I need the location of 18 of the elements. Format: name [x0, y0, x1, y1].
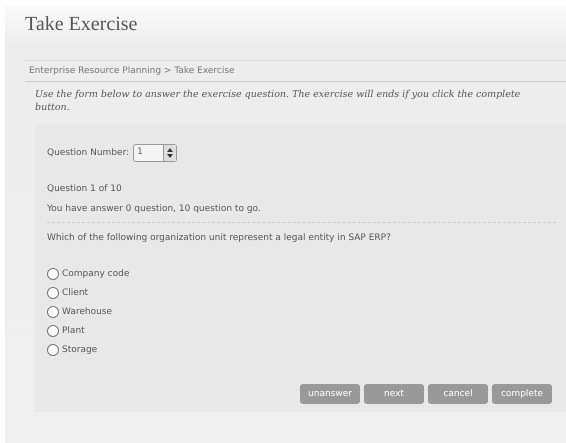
answer-option[interactable]: Storage — [47, 344, 98, 356]
spinner-arrows-icon[interactable] — [163, 145, 176, 161]
answer-option[interactable]: Client — [47, 287, 88, 299]
question-number-spinner[interactable]: 1 — [133, 144, 178, 162]
answer-option[interactable]: Company code — [47, 268, 130, 280]
instructions: Use the form below to answer the exercise question. The exercise will ends if you click the complete button. — [35, 88, 522, 114]
page-title: Take Exercise — [25, 13, 138, 36]
radio-button[interactable] — [47, 306, 59, 318]
question-number-label: Question Number: — [47, 148, 130, 158]
question-text: Which of the following organization unit represent a legal entity in SAP ERP? — [47, 233, 392, 243]
answer-option[interactable]: Plant — [47, 325, 85, 337]
radio-button[interactable] — [47, 325, 59, 337]
breadcrumb: Enterprise Resource Planning > Take Exercise — [25, 60, 566, 82]
answer-status: You have answer 0 question, 10 question to go. — [47, 204, 262, 214]
radio-button[interactable] — [47, 287, 59, 299]
answer-option[interactable]: Warehouse — [47, 306, 112, 318]
radio-button[interactable] — [47, 344, 59, 356]
radio-button[interactable] — [47, 268, 59, 280]
